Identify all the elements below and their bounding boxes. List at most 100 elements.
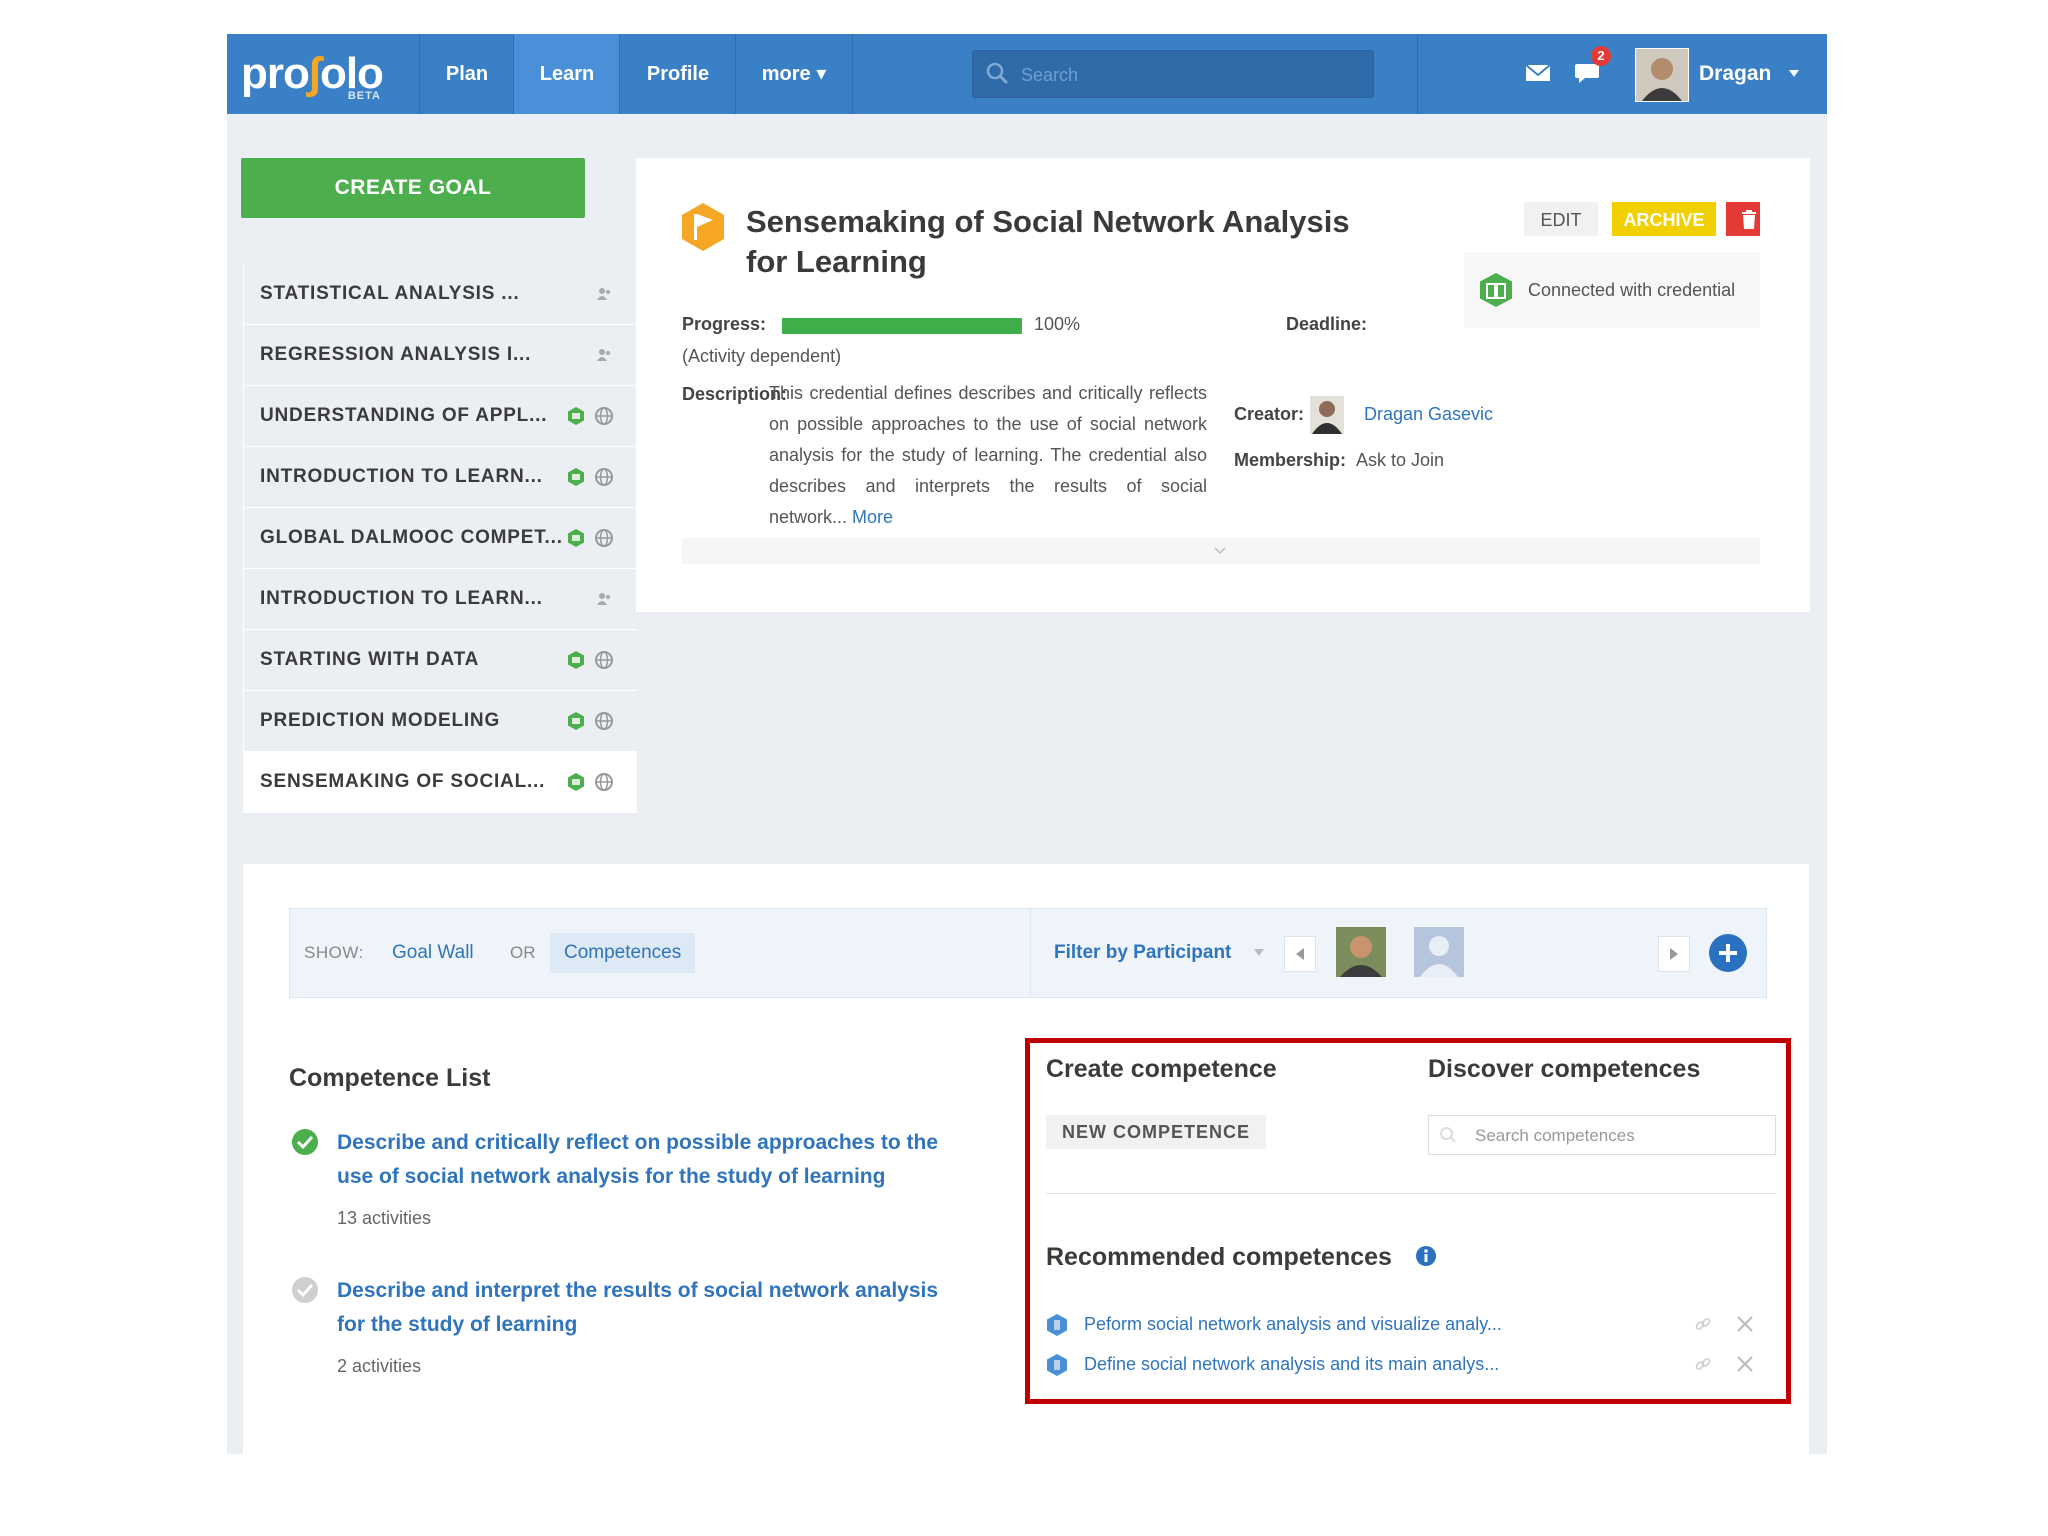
new-competence-button[interactable]: NEW COMPETENCE [1046,1115,1267,1149]
goal-list-item[interactable]: REGRESSION ANALYSIS I... [243,325,637,386]
prosolo-logo[interactable]: pro∫olo BETA [241,46,401,102]
membership-label: Membership: [1234,450,1347,470]
credential-icon [568,773,584,791]
credential-icon [568,529,584,547]
nav-learn[interactable]: Learn [513,34,620,114]
show-goal-wall[interactable]: Goal Wall [392,933,474,973]
creator-portrait-icon [1312,401,1342,434]
search-icon [986,62,1008,84]
membership-value: Ask to Join [1356,450,1445,470]
user-avatar[interactable] [1635,48,1689,102]
globe-icon [595,712,613,730]
competence-badge-icon [1047,1354,1067,1376]
credential-text: Connected with credential [1528,280,1736,300]
dismiss-icon[interactable] [1736,1315,1754,1333]
nav-plan[interactable]: Plan [419,34,514,114]
archive-button[interactable]: ARCHIVE [1612,202,1716,236]
creator-label: Creator: [1234,404,1305,424]
info-icon[interactable] [1415,1245,1437,1267]
deadline-label: Deadline: [1286,314,1368,334]
participants-next-button[interactable] [1658,936,1690,972]
global-search [972,50,1374,98]
credential-icon [568,651,584,669]
credential-icon [568,712,584,730]
beta-label: BETA [347,90,381,102]
user-name[interactable]: Dragan [1699,34,1771,114]
chevron-down-icon[interactable] [1254,949,1264,957]
activities-count: 13 activities [337,1208,432,1228]
chevron-down-icon[interactable] [1789,70,1799,78]
add-participant-icon[interactable] [1708,933,1748,973]
filter-by-participant[interactable]: Filter by Participant [1054,909,1231,997]
recommended-competence-item: Peform social network analysis and visua… [1046,1309,1786,1339]
recommended-competence-link[interactable]: Peform social network analysis and visua… [1084,1309,1502,1339]
goal-list-item[interactable]: INTRODUCTION TO LEARN... [243,569,637,630]
more-link[interactable]: More [852,507,893,527]
search-icon [1440,1127,1456,1143]
participants-prev-button[interactable] [1284,936,1316,972]
create-goal-button[interactable]: CREATE GOAL [241,158,585,218]
goal-label: GLOBAL DALMOOC COMPET... [260,527,563,548]
edit-button[interactable]: EDIT [1524,202,1598,236]
recommended-competence-item: Define social network analysis and its m… [1046,1349,1786,1379]
competence-title-link[interactable]: Describe and interpret the results of so… [337,1274,951,1342]
recommended-competence-link[interactable]: Define social network analysis and its m… [1084,1349,1499,1379]
collapse-toggle[interactable] [682,538,1760,564]
search-competences-input[interactable] [1473,1122,1767,1150]
goal-list-item-active[interactable]: SENSEMAKING OF SOCIAL... [243,752,637,813]
goal-list-item[interactable]: STATISTICAL ANALYSIS ... [243,264,637,325]
participant-portrait-icon [1336,927,1386,977]
people-icon [597,288,610,300]
goal-label: REGRESSION ANALYSIS I... [260,344,532,365]
credential-icon [568,407,584,425]
goal-list-item[interactable]: PREDICTION MODELING [243,691,637,752]
create-discover-panel: Create competence Discover competences N… [1025,1038,1791,1404]
goal-label: INTRODUCTION TO LEARN... [260,588,543,609]
globe-icon [595,773,613,791]
app-window: pro∫olo BETA Plan Learn Profile more ▾ 2 [227,34,1827,1454]
discover-competences-title: Discover competences [1428,1055,1701,1083]
progress-label: Progress: [682,314,767,334]
goal-list-item[interactable]: STARTING WITH DATA [243,630,637,691]
nav-profile[interactable]: Profile [619,34,736,114]
divider [1046,1193,1776,1194]
competence-item: Describe and critically reflect on possi… [291,1126,951,1229]
participant-avatar[interactable] [1336,927,1386,977]
mail-icon[interactable] [1523,58,1553,88]
goal-label: SENSEMAKING OF SOCIAL... [260,771,546,792]
recommended-competences-title: Recommended competences [1046,1243,1392,1271]
globe-icon [595,468,613,486]
search-input[interactable] [1019,59,1363,91]
people-icon [597,593,610,605]
progress-value: 100% [1034,314,1081,334]
check-pending-icon [292,1277,318,1303]
nav-more[interactable]: more ▾ [735,34,853,114]
creator-avatar[interactable] [1310,396,1344,434]
globe-icon [595,407,613,425]
competence-title-link[interactable]: Describe and critically reflect on possi… [337,1126,951,1194]
divider [1030,909,1031,997]
create-competence-title: Create competence [1046,1055,1277,1083]
notification-badge: 2 [1591,46,1611,66]
globe-icon [595,529,613,547]
show-competences[interactable]: Competences [550,933,696,973]
credential-connection: Connected with credential [1464,252,1760,328]
competence-badge-icon [1047,1314,1067,1336]
goal-list-item[interactable]: UNDERSTANDING OF APPL... [243,386,637,447]
goal-list-item[interactable]: INTRODUCTION TO LEARN... [243,447,637,508]
chevron-right-icon [1670,948,1678,960]
description-text: This credential defines describes and cr… [769,383,1207,527]
link-icon[interactable] [1694,1315,1712,1333]
user-portrait-icon [1636,49,1688,101]
delete-button[interactable] [1726,202,1760,236]
participant-avatar-placeholder[interactable] [1414,927,1464,977]
activities-count: 2 activities [337,1356,422,1376]
creator-link[interactable]: Dragan Gasevic [1364,404,1493,425]
link-icon[interactable] [1694,1355,1712,1373]
show-label: SHOW: [304,943,364,962]
dismiss-icon[interactable] [1736,1355,1754,1373]
goal-list-item[interactable]: GLOBAL DALMOOC COMPET... [243,508,637,569]
competence-list-title: Competence List [289,1064,491,1092]
goal-list: STATISTICAL ANALYSIS ... REGRESSION ANAL… [243,264,637,813]
goal-label: INTRODUCTION TO LEARN... [260,466,543,487]
